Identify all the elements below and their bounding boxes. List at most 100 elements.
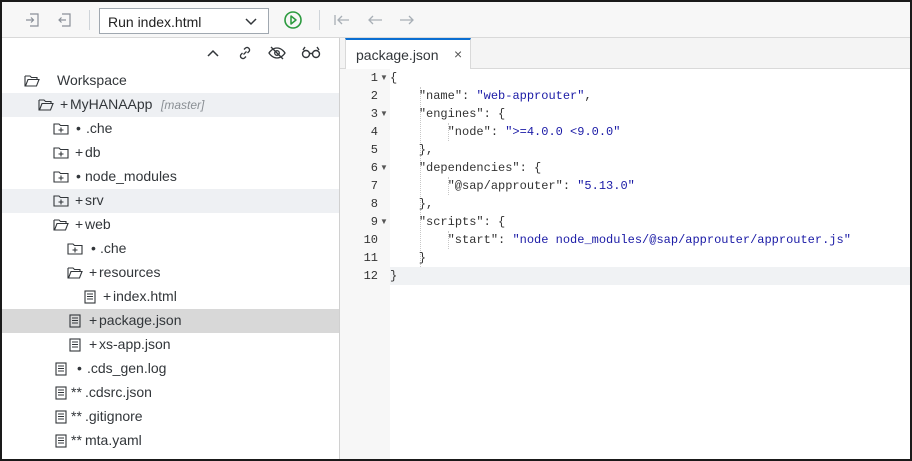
line-number: 11 — [363, 251, 378, 265]
line-number: 1 — [370, 71, 378, 85]
code-line: }, — [390, 197, 434, 211]
folder-open-icon — [53, 217, 69, 233]
forward-icon[interactable] — [396, 9, 418, 31]
file-icon — [67, 313, 83, 329]
tree-item-label: package.json — [99, 312, 182, 328]
git-branch-label: [master] — [161, 98, 205, 112]
tree-item-label: xs-app.json — [99, 336, 171, 352]
code-line: "name": "web-approuter", — [418, 89, 592, 103]
fold-icon[interactable]: ▼ — [380, 159, 388, 177]
explorer-actions — [2, 38, 339, 68]
file-icon — [53, 433, 69, 449]
tree-item-index-html[interactable]: + index.html — [2, 285, 339, 309]
import-icon[interactable] — [54, 9, 76, 31]
export-icon[interactable] — [22, 9, 44, 31]
tree-item-package-json[interactable]: + package.json — [2, 309, 339, 333]
code-area[interactable]: { "name": "web-approuter", "engines": { … — [390, 69, 910, 459]
code-line: "node": ">=4.0.0 <9.0.0" — [447, 125, 621, 139]
folder-plus-icon — [53, 145, 69, 161]
git-status-marker: • — [77, 360, 82, 376]
code-line: } — [390, 267, 910, 285]
line-number: 8 — [370, 197, 378, 211]
tree-item-gitignore[interactable]: ** .gitignore — [2, 405, 339, 429]
fold-icon[interactable]: ▼ — [380, 69, 388, 87]
code-line: "scripts": { — [418, 215, 506, 229]
git-status-marker: ** — [71, 384, 82, 400]
tree-item-label: node_modules — [85, 168, 177, 184]
file-explorer: Workspace + MyHANAApp [master] • .che + … — [2, 38, 340, 459]
git-status-marker: + — [89, 264, 98, 280]
git-status-marker: + — [89, 336, 98, 352]
code-line: } — [390, 251, 427, 265]
tree-item-cdsrc-json[interactable]: ** .cdsrc.json — [2, 381, 339, 405]
hide-icon[interactable] — [267, 43, 287, 63]
tree-item-label: .cdsrc.json — [85, 384, 152, 400]
tree-item-label: index.html — [113, 288, 177, 304]
line-number: 2 — [370, 89, 378, 103]
toolbar-separator — [89, 10, 90, 30]
tab-package-json[interactable]: package.json × — [345, 38, 471, 69]
line-number: 3 — [370, 107, 378, 121]
back-icon[interactable] — [364, 9, 386, 31]
main-toolbar: Run index.html — [2, 2, 910, 38]
link-icon[interactable] — [235, 43, 255, 63]
code-line: "dependencies": { — [418, 161, 542, 175]
tree-item-xs-app-json[interactable]: + xs-app.json — [2, 333, 339, 357]
tree-item-label: .gitignore — [85, 408, 143, 424]
tree-item-web-che[interactable]: • .che — [2, 237, 339, 261]
tree-item-srv[interactable]: + srv — [2, 189, 339, 213]
tree-item-label: web — [85, 216, 111, 232]
tree-item-che[interactable]: • .che — [2, 117, 339, 141]
tree-item-mta-yaml[interactable]: ** mta.yaml — [2, 429, 339, 453]
git-status-marker: ** — [71, 408, 82, 424]
tab-label: package.json — [356, 47, 439, 63]
play-icon[interactable] — [282, 9, 304, 31]
tree-item-label: resources — [99, 264, 161, 280]
line-number: 7 — [370, 179, 378, 193]
file-icon — [67, 337, 83, 353]
folder-plus-icon — [53, 193, 69, 209]
tree-item-label: Workspace — [57, 72, 127, 88]
git-status-marker: + — [60, 96, 69, 112]
file-icon — [53, 409, 69, 425]
chevron-down-icon — [244, 14, 258, 31]
fold-icon[interactable]: ▼ — [380, 105, 388, 123]
git-status-marker: ** — [71, 432, 82, 448]
git-status-marker: • — [76, 120, 81, 136]
tree-item-label: mta.yaml — [85, 432, 142, 448]
fold-icon[interactable]: ▼ — [380, 213, 388, 231]
folder-plus-icon — [67, 241, 83, 257]
code-line: }, — [390, 143, 434, 157]
tree-item-web[interactable]: + web — [2, 213, 339, 237]
tree-item-db[interactable]: + db — [2, 141, 339, 165]
line-number: 4 — [370, 125, 378, 139]
tree-item-workspace[interactable]: Workspace — [2, 69, 339, 93]
step-back-icon[interactable] — [331, 9, 353, 31]
git-status-marker: • — [91, 240, 96, 256]
code-editor: package.json × 1 ▼ 2 3 ▼ 4 5 6 ▼ 7 8 9 ▼… — [340, 38, 910, 459]
run-config-label: Run index.html — [108, 14, 202, 30]
close-icon[interactable]: × — [454, 46, 462, 62]
line-number-gutter: 1 ▼ 2 3 ▼ 4 5 6 ▼ 7 8 9 ▼ 10 11 12 — [340, 69, 390, 459]
git-status-marker: + — [75, 216, 84, 232]
tree-item-label: .cds_gen.log — [87, 360, 167, 376]
git-status-marker: + — [103, 288, 112, 304]
file-icon — [53, 385, 69, 401]
glasses-icon[interactable] — [301, 43, 321, 63]
file-icon — [82, 289, 98, 305]
editor-tabbar: package.json × — [340, 38, 910, 69]
app-window: Run index.html Workspace + MyHANAApp [ma… — [0, 0, 912, 461]
git-status-marker: + — [75, 144, 84, 160]
tree-item-resources[interactable]: + resources — [2, 261, 339, 285]
tree-item-myhanaapp[interactable]: + MyHANAApp [master] — [2, 93, 339, 117]
git-status-marker: + — [89, 312, 98, 328]
line-number: 12 — [363, 269, 378, 283]
tree-item-label: db — [85, 144, 101, 160]
tree-item-label: .che — [86, 120, 113, 136]
folder-open-icon — [67, 265, 83, 281]
file-icon — [53, 361, 69, 377]
tree-item-cds-gen-log[interactable]: • .cds_gen.log — [2, 357, 339, 381]
tree-item-node-modules[interactable]: • node_modules — [2, 165, 339, 189]
collapse-all-icon[interactable] — [203, 43, 223, 63]
run-config-select[interactable]: Run index.html — [99, 8, 269, 34]
